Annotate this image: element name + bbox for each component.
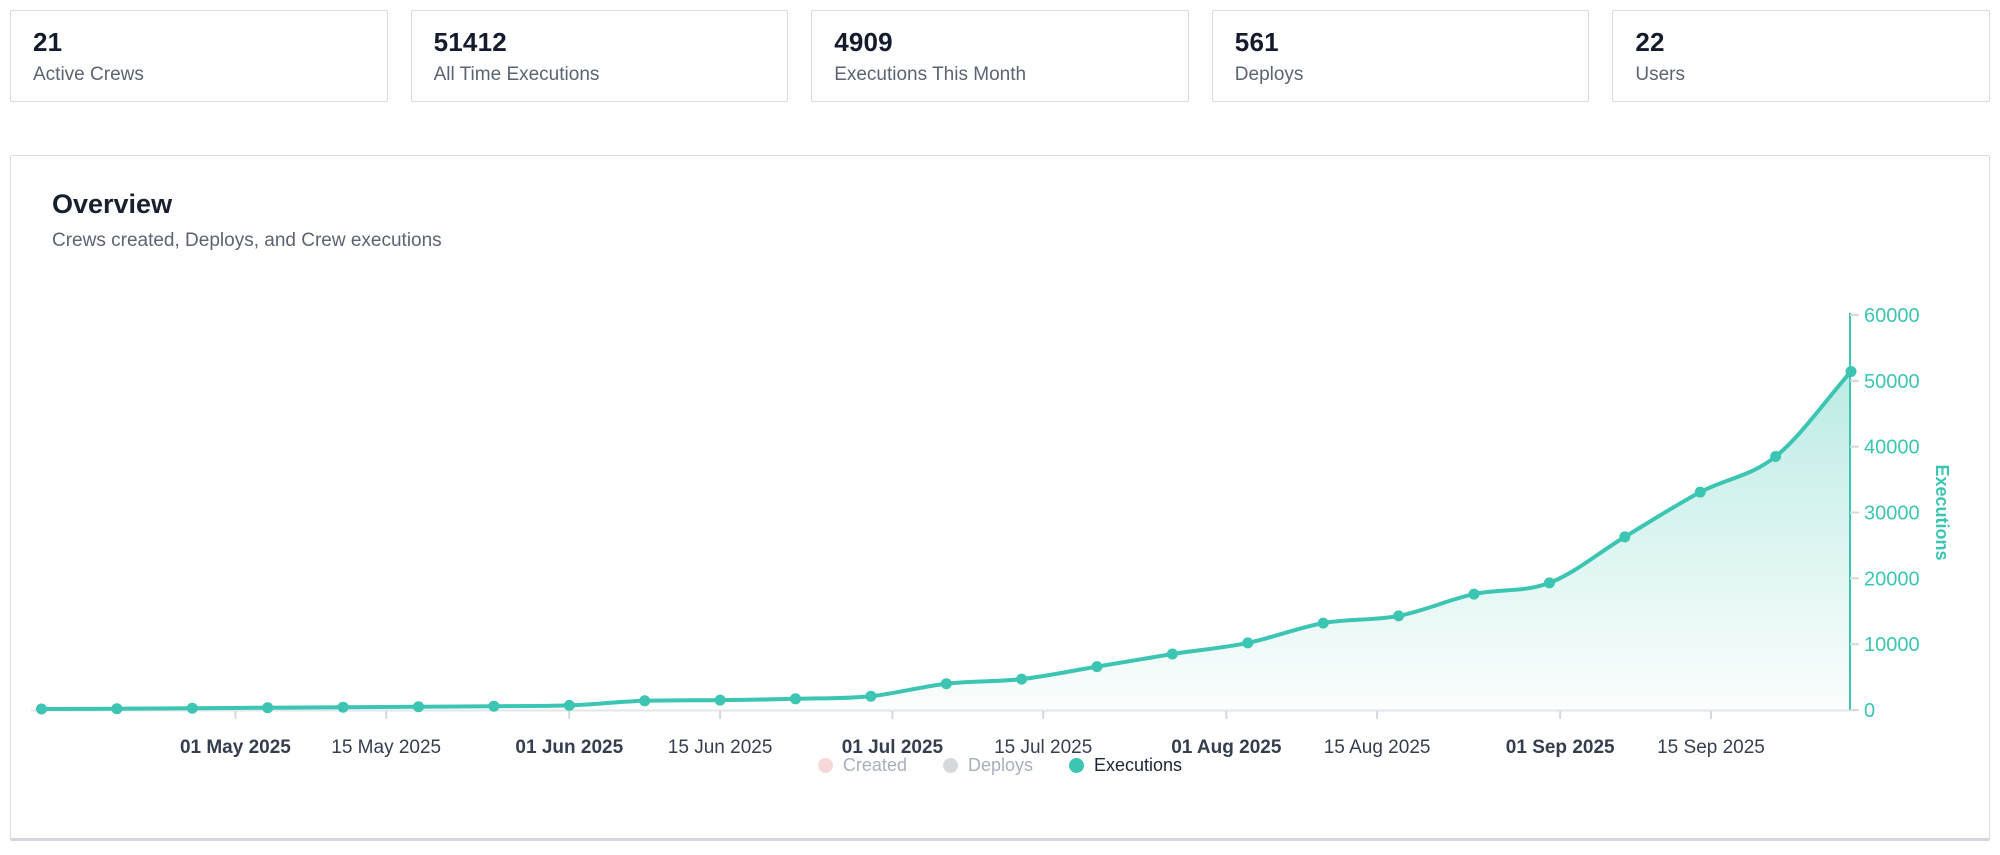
legend-item-deploys[interactable]: Deploys [943, 755, 1033, 776]
data-point [262, 702, 273, 713]
legend-label: Created [843, 755, 907, 776]
data-point [1318, 618, 1329, 629]
stats-row: 21 Active Crews 51412 All Time Execution… [0, 0, 2000, 102]
legend-item-created[interactable]: Created [818, 755, 907, 776]
panel-header: Overview Crews created, Deploys, and Cre… [52, 189, 442, 252]
y-tick-label: 60000 [1864, 305, 1920, 327]
data-point [1619, 531, 1630, 542]
data-point [187, 703, 198, 714]
y-tick-label: 50000 [1864, 371, 1920, 393]
stat-card-users: 22 Users [1612, 10, 1990, 102]
stat-value: 22 [1635, 28, 1989, 56]
data-point [338, 702, 349, 713]
data-point [1092, 661, 1103, 672]
overview-panel: Overview Crews created, Deploys, and Cre… [10, 155, 1990, 841]
stat-label: Active Crews [33, 64, 387, 86]
stat-label: Users [1635, 64, 1989, 86]
stat-value: 561 [1235, 28, 1589, 56]
data-point [790, 693, 801, 704]
data-point [865, 691, 876, 702]
data-point [941, 678, 952, 689]
deploys-series-swatch-icon [943, 758, 958, 773]
y-tick-label: 40000 [1864, 437, 1920, 459]
data-point [1393, 610, 1404, 621]
data-point [1544, 577, 1555, 588]
executions-area [42, 372, 1852, 711]
y-tick-label: 10000 [1864, 634, 1920, 656]
data-point [1770, 451, 1781, 462]
legend-item-executions[interactable]: Executions [1069, 755, 1182, 776]
data-point [1846, 366, 1857, 377]
y-tick-label: 0 [1864, 700, 1875, 722]
data-point [111, 703, 122, 714]
stat-label: All Time Executions [434, 64, 788, 86]
y-axis-title: Executions [1932, 464, 1952, 560]
stat-card-deploys: 561 Deploys [1212, 10, 1590, 102]
y-tick-label: 20000 [1864, 568, 1920, 590]
stat-label: Executions This Month [834, 64, 1188, 86]
stat-label: Deploys [1235, 64, 1589, 86]
data-point [1242, 637, 1253, 648]
stat-card-executions-this-month: 4909 Executions This Month [811, 10, 1189, 102]
data-point [1016, 674, 1027, 685]
executions-area-chart: 01 May 202515 May 202501 Jun 202515 Jun … [11, 156, 1989, 837]
stat-value: 4909 [834, 28, 1188, 56]
y-tick-label: 30000 [1864, 503, 1920, 525]
legend-label: Executions [1094, 755, 1182, 776]
data-point [564, 700, 575, 711]
data-point [413, 701, 424, 712]
executions-series-swatch-icon [1069, 758, 1084, 773]
data-point [1695, 487, 1706, 498]
legend-label: Deploys [968, 755, 1033, 776]
data-point [1167, 649, 1178, 660]
panel-title: Overview [52, 189, 442, 220]
data-point [639, 695, 650, 706]
stat-value: 51412 [434, 28, 788, 56]
data-point [1469, 589, 1480, 600]
stat-card-all-time-executions: 51412 All Time Executions [411, 10, 789, 102]
created-series-swatch-icon [818, 758, 833, 773]
data-point [488, 701, 499, 712]
chart-legend: Created Deploys Executions [11, 755, 1989, 776]
panel-subtitle: Crews created, Deploys, and Crew executi… [52, 230, 442, 252]
data-point [715, 695, 726, 706]
data-point [36, 704, 47, 715]
stat-card-active-crews: 21 Active Crews [10, 10, 388, 102]
stat-value: 21 [33, 28, 387, 56]
